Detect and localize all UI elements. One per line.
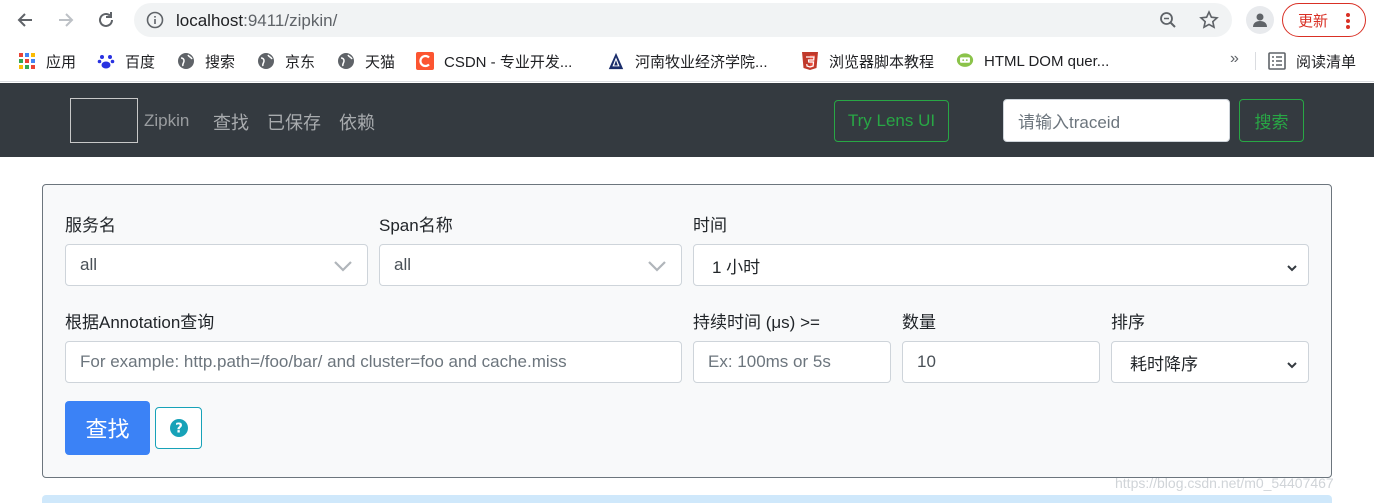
reading-list-label: 阅读清单	[1296, 53, 1357, 71]
browser-toolbar: localhost:9411/zipkin/ 更新	[0, 0, 1374, 40]
globe-icon	[177, 52, 195, 70]
school-icon	[607, 52, 625, 70]
results-alert-strip	[42, 495, 1332, 503]
span-name-value: all	[394, 255, 412, 274]
duration-label: 持续时间 (μs) >=	[693, 313, 820, 332]
annotation-query-label: 根据Annotation查询	[65, 313, 215, 332]
bookmark-browser-script[interactable]: 浏览器脚本教程	[801, 51, 934, 71]
sort-label: 排序	[1111, 313, 1145, 332]
profile-avatar-icon[interactable]	[1246, 6, 1274, 34]
bookmark-jd[interactable]: 京东	[257, 51, 315, 71]
update-label: 更新	[1298, 12, 1329, 30]
bookmark-star-icon[interactable]	[1199, 10, 1219, 30]
chevron-down-icon	[333, 256, 353, 281]
sort-value: 耗时降序	[1130, 354, 1198, 374]
bookmark-baidu[interactable]: 百度	[97, 51, 155, 71]
html5-shield-icon	[801, 52, 819, 70]
question-circle-icon: ?	[169, 419, 188, 437]
search-form-card: 服务名 all Span名称 all 时间 1 小时 根据Annotation查…	[42, 184, 1332, 478]
zipkin-logo[interactable]	[70, 98, 138, 143]
svg-text:?: ?	[175, 422, 183, 437]
bookmark-search[interactable]: 搜索	[177, 51, 235, 71]
nav-saved[interactable]: 已保存	[267, 109, 321, 135]
service-name-select[interactable]: all	[65, 244, 368, 286]
chevron-down-icon	[647, 256, 667, 281]
bookmark-label: 天猫	[365, 53, 396, 71]
bookmark-tmall[interactable]: 天猫	[337, 51, 395, 71]
bookmark-label: 京东	[285, 53, 316, 71]
bookmarks-overflow-button[interactable]: »	[1230, 50, 1239, 68]
traceid-input[interactable]: 请输入traceid	[1003, 99, 1230, 142]
bookmarks-bar: 应用 百度 搜索 京东 天猫 CSDN - 专业开发... 河南牧业经济学院..…	[0, 40, 1374, 82]
bookmark-school[interactable]: 河南牧业经济学院...	[607, 51, 768, 71]
service-name-label: 服务名	[65, 216, 116, 235]
url-text: localhost:9411/zipkin/	[176, 11, 338, 30]
address-bar[interactable]: localhost:9411/zipkin/	[134, 3, 1232, 37]
bookmark-csdn[interactable]: CSDN - 专业开发...	[416, 51, 572, 71]
try-lens-ui-button[interactable]: Try Lens UI	[834, 100, 949, 142]
zipkin-navbar: Zipkin 查找 已保存 依赖 Try Lens UI 请输入traceid …	[0, 83, 1374, 157]
back-arrow-icon[interactable]	[13, 8, 37, 32]
trace-search-button[interactable]: 搜索	[1239, 99, 1304, 142]
nav-dependencies[interactable]: 依赖	[339, 109, 375, 135]
apps-grid-icon	[18, 52, 36, 70]
service-name-value: all	[80, 255, 98, 274]
bookmark-label: HTML DOM quer...	[984, 52, 1110, 70]
duration-input[interactable]: Ex: 100ms or 5s	[693, 341, 891, 383]
globe-icon	[337, 52, 355, 70]
divider	[1255, 52, 1256, 70]
limit-label: 数量	[902, 313, 936, 332]
baidu-paw-icon	[97, 52, 115, 70]
nav-find[interactable]: 查找	[213, 109, 249, 135]
time-value: 1 小时	[712, 257, 761, 277]
update-button[interactable]: 更新	[1282, 3, 1366, 37]
annotation-query-input[interactable]: For example: http.path=/foo/bar/ and clu…	[65, 341, 682, 383]
watermark-text: https://blog.csdn.net/m0_54407467	[1115, 475, 1334, 491]
zoom-icon[interactable]	[1158, 10, 1178, 30]
forward-arrow-icon[interactable]	[54, 8, 78, 32]
globe-icon	[257, 52, 275, 70]
span-name-select[interactable]: all	[379, 244, 682, 286]
chevron-down-icon	[1286, 356, 1298, 376]
chat-icon	[956, 52, 974, 70]
span-name-label: Span名称	[379, 216, 453, 235]
time-label: 时间	[693, 216, 727, 235]
limit-input[interactable]: 10	[902, 341, 1100, 383]
find-button[interactable]: 查找	[65, 401, 150, 455]
info-icon[interactable]	[146, 11, 164, 34]
reload-icon[interactable]	[94, 8, 118, 32]
chevron-down-icon	[1286, 259, 1298, 279]
brand-name[interactable]: Zipkin	[144, 111, 189, 131]
help-button[interactable]: ?	[155, 407, 202, 449]
bookmark-apps[interactable]: 应用	[18, 51, 76, 71]
sort-select[interactable]: 耗时降序	[1111, 341, 1309, 383]
bookmark-label: 河南牧业经济学院...	[635, 53, 768, 71]
csdn-icon	[416, 52, 434, 70]
bookmark-html-dom[interactable]: HTML DOM quer...	[956, 51, 1109, 71]
time-select[interactable]: 1 小时	[693, 244, 1309, 286]
reading-list-button[interactable]: 阅读清单	[1268, 51, 1356, 71]
bookmark-label: CSDN - 专业开发...	[444, 53, 573, 71]
bookmark-label: 应用	[46, 53, 77, 71]
bookmark-label: 百度	[125, 53, 156, 71]
reading-list-icon	[1268, 52, 1286, 70]
bookmark-label: 浏览器脚本教程	[829, 53, 935, 71]
bookmark-label: 搜索	[205, 53, 236, 71]
more-vert-icon[interactable]	[1345, 12, 1351, 34]
